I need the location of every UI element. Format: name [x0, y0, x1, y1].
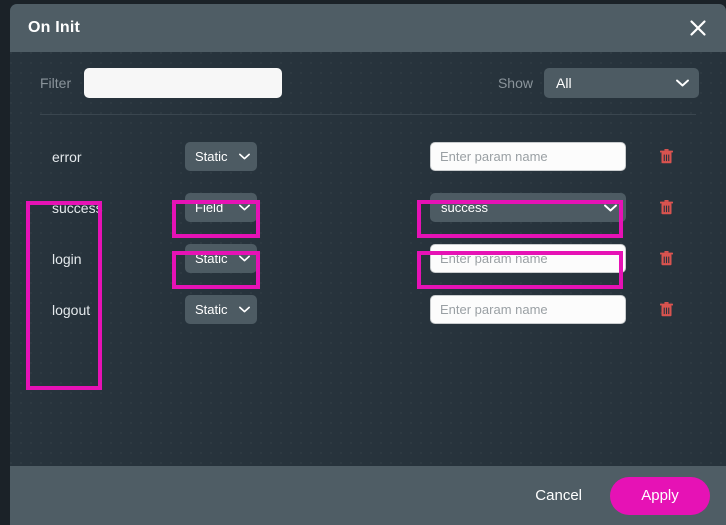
row-delete-cell — [636, 147, 696, 167]
row-type-cell: Static — [185, 244, 430, 273]
param-rows: error Static — [10, 115, 726, 335]
show-label: Show — [498, 75, 533, 91]
trash-icon[interactable] — [656, 300, 676, 320]
dialog-footer: Cancel Apply — [10, 466, 726, 525]
row-label: login — [40, 251, 185, 267]
row-label: error — [40, 149, 185, 165]
filter-row: Filter Show All — [10, 52, 726, 114]
row-value-cell: success — [430, 193, 636, 222]
type-select[interactable]: Static — [185, 142, 257, 171]
chevron-down-icon — [239, 153, 250, 160]
type-select[interactable]: Static — [185, 244, 257, 273]
row-label: logout — [40, 302, 185, 318]
table-row: logout Static — [10, 284, 726, 335]
chevron-down-icon — [604, 204, 617, 212]
type-select-value: Static — [195, 251, 231, 266]
field-value-select[interactable]: success — [430, 193, 626, 222]
row-value-cell — [430, 244, 636, 273]
table-row: success Field success — [10, 182, 726, 233]
page-title: On Init — [28, 19, 80, 37]
table-row: error Static — [10, 131, 726, 182]
dialog-body: Filter Show All error Static — [10, 52, 726, 466]
apply-button[interactable]: Apply — [610, 477, 710, 515]
type-select-value: Field — [195, 200, 231, 215]
row-type-cell: Field — [185, 193, 430, 222]
row-delete-cell — [636, 249, 696, 269]
cancel-button[interactable]: Cancel — [535, 487, 582, 504]
dialog-header: On Init — [10, 4, 726, 52]
param-name-input[interactable] — [430, 244, 626, 273]
show-select[interactable]: All — [544, 68, 699, 98]
param-name-input[interactable] — [430, 295, 626, 324]
field-value-select-value: success — [441, 200, 596, 215]
filter-label: Filter — [40, 75, 71, 91]
table-row: login Static — [10, 233, 726, 284]
type-select-value: Static — [195, 149, 231, 164]
on-init-dialog: On Init Filter Show All — [10, 4, 726, 525]
filter-input[interactable] — [84, 68, 282, 98]
trash-icon[interactable] — [656, 249, 676, 269]
show-select-value: All — [556, 75, 668, 91]
param-name-input[interactable] — [430, 142, 626, 171]
row-value-cell — [430, 142, 636, 171]
type-select-value: Static — [195, 302, 231, 317]
row-delete-cell — [636, 198, 696, 218]
trash-icon[interactable] — [656, 198, 676, 218]
chevron-down-icon — [676, 79, 689, 87]
trash-icon[interactable] — [656, 147, 676, 167]
row-value-cell — [430, 295, 636, 324]
chevron-down-icon — [239, 204, 250, 211]
chevron-down-icon — [239, 306, 250, 313]
row-delete-cell — [636, 300, 696, 320]
type-select[interactable]: Field — [185, 193, 257, 222]
close-icon[interactable] — [684, 14, 712, 42]
row-type-cell: Static — [185, 295, 430, 324]
row-label: success — [40, 200, 185, 216]
row-type-cell: Static — [185, 142, 430, 171]
chevron-down-icon — [239, 255, 250, 262]
type-select[interactable]: Static — [185, 295, 257, 324]
